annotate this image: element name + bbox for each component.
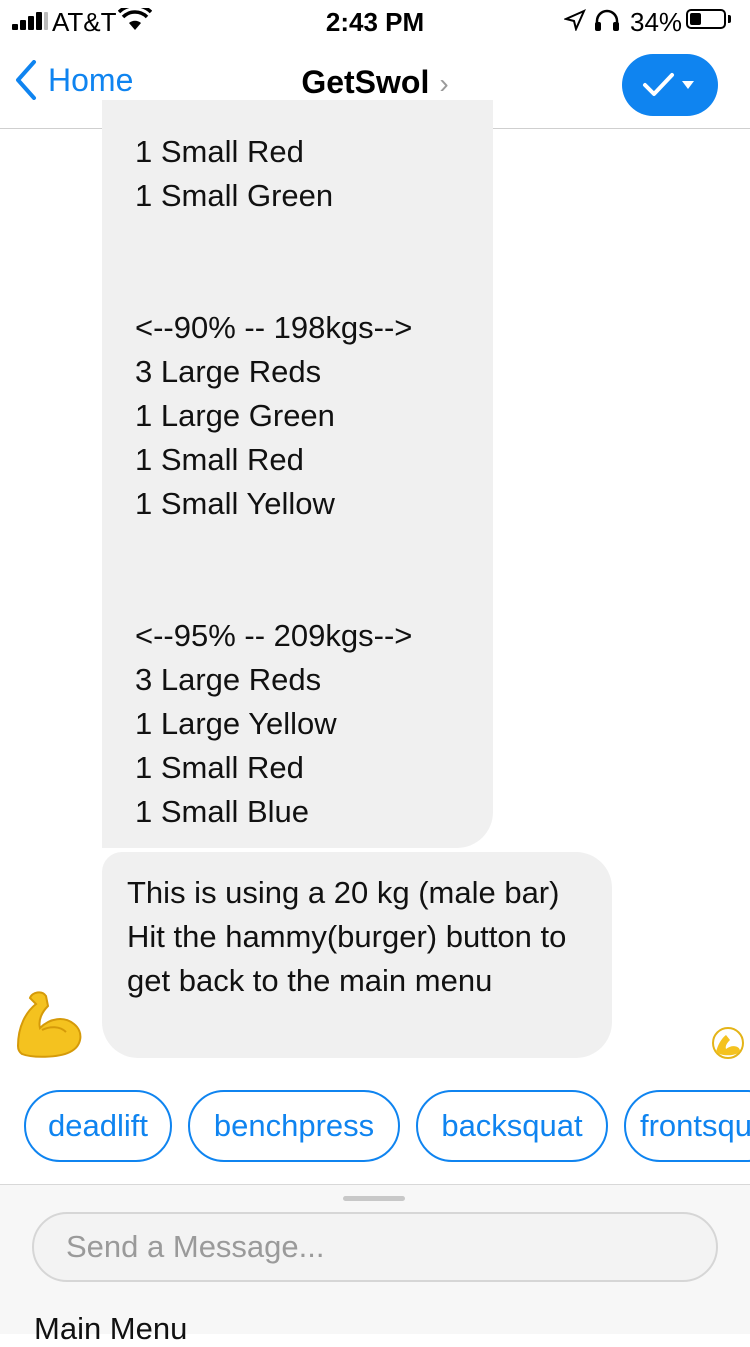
quick-reply-backsquat[interactable]: backsquat xyxy=(416,1090,608,1162)
main-menu-button[interactable]: Main Menu xyxy=(34,1311,187,1347)
flexed-biceps-icon xyxy=(16,991,82,1058)
battery-icon xyxy=(686,9,726,29)
quick-reply-benchpress[interactable]: benchpress xyxy=(188,1090,400,1162)
read-receipt-icon xyxy=(712,1027,744,1059)
done-button[interactable] xyxy=(622,54,718,116)
message-bubble: 1 Small Red 1 Small Green <--90% -- 198kgs… xyxy=(102,100,493,848)
message-line: 1 Small Red xyxy=(135,442,304,477)
message-line: 1 Large Yellow xyxy=(135,706,337,741)
composer: Send a Message... Main Menu xyxy=(0,1185,750,1346)
message-line: 3 Large Reds xyxy=(135,354,322,389)
status-bar: AT&T 2:43 PM 34% xyxy=(0,0,750,40)
message-line: <--90% -- 198kgs--> xyxy=(135,310,413,345)
headphones-icon xyxy=(595,9,619,31)
message-line: 1 Small Yellow xyxy=(135,486,335,521)
quick-reply-frontsquat[interactable]: frontsquat xyxy=(624,1090,750,1162)
battery-tip xyxy=(728,15,731,23)
message-line: <--95% -- 209kgs--> xyxy=(135,618,413,653)
battery-percent: 34% xyxy=(630,7,683,37)
message-line: 3 Large Reds xyxy=(135,662,322,697)
drag-handle[interactable] xyxy=(343,1196,405,1201)
message-line: 1 Small Red xyxy=(135,134,304,169)
message-input[interactable]: Send a Message... xyxy=(32,1212,718,1282)
location-arrow-icon xyxy=(564,9,586,31)
message-line: 1 Large Green xyxy=(135,398,335,433)
title-text: GetSwol xyxy=(301,64,430,100)
message-line: 1 Small Blue xyxy=(135,794,310,829)
checkmark-icon xyxy=(643,73,694,96)
message-line: 1 Small Red xyxy=(135,750,304,785)
chevron-right-icon: › xyxy=(439,68,449,99)
message-bubble: This is using a 20 kg (male bar) Hit the… xyxy=(102,852,612,1058)
message-line: 1 Small Green xyxy=(135,178,334,213)
quick-reply-deadlift[interactable]: deadlift xyxy=(24,1090,172,1162)
